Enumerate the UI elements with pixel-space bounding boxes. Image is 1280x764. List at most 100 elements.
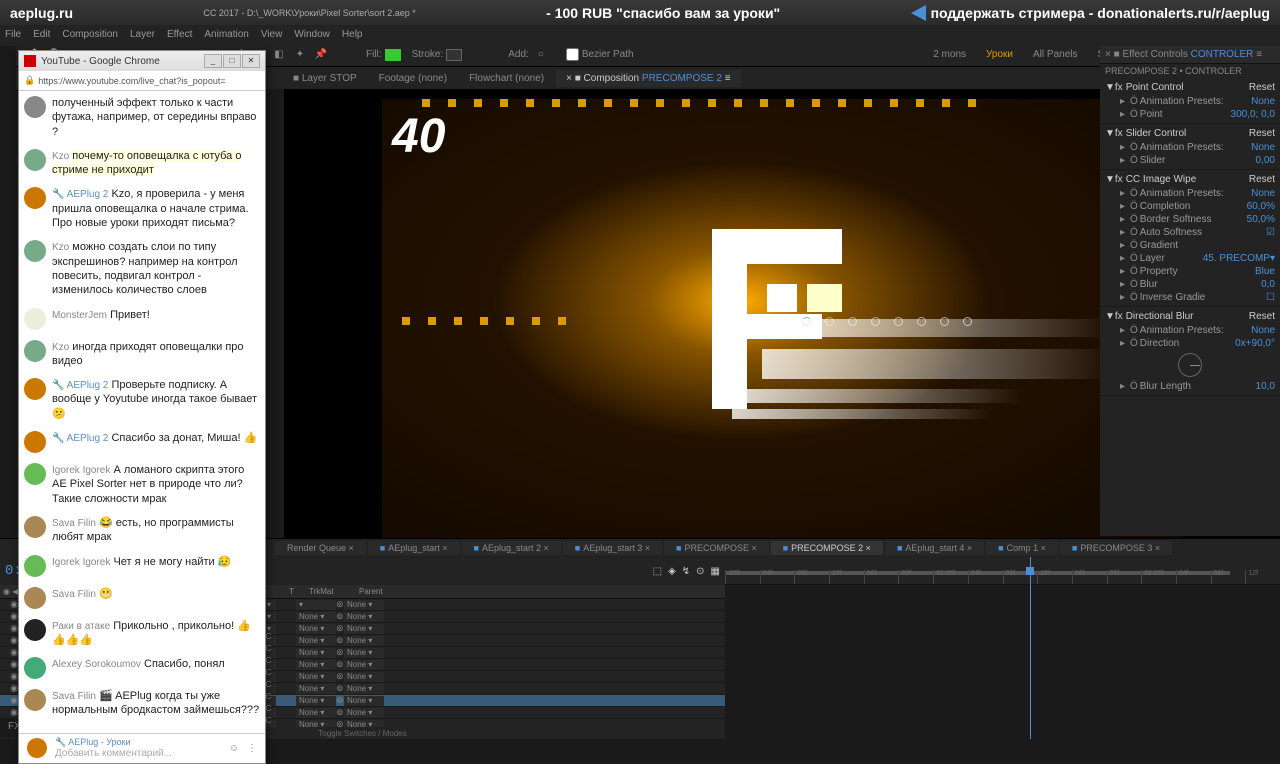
effect-title[interactable]: ▼fxCC Image WipeReset xyxy=(1100,172,1280,187)
comp-tab-layer[interactable]: ■ Layer STOP xyxy=(283,70,367,87)
parent-dropdown[interactable]: None ▾ xyxy=(344,720,384,728)
trkmat-dropdown[interactable]: None ▾ xyxy=(296,648,336,658)
timeline-tab[interactable]: ■AEplug_start 4 × xyxy=(885,541,984,555)
reset-link[interactable]: Reset xyxy=(1249,174,1275,185)
layer-duration-bar[interactable] xyxy=(725,732,1280,742)
menu-view[interactable]: View xyxy=(261,29,283,40)
trkmat-dropdown[interactable]: None ▾ xyxy=(296,708,336,718)
layer-duration-bar[interactable] xyxy=(725,612,1280,622)
timeline-tab[interactable]: ■AEplug_start 2 × xyxy=(462,541,561,555)
parent-dropdown[interactable]: None ▾ xyxy=(344,636,384,646)
comp-tab-active[interactable]: × ■ Composition PRECOMPOSE 2 ≡ xyxy=(556,70,740,87)
maximize-button[interactable]: □ xyxy=(223,54,241,68)
chat-input[interactable]: Добавить комментарий... xyxy=(55,748,221,759)
layer-duration-bar[interactable] xyxy=(725,648,1280,658)
menu-file[interactable]: File xyxy=(5,29,21,40)
effect-property[interactable]: ▸ÖAnimation Presets:None xyxy=(1100,95,1280,108)
parent-dropdown[interactable]: None ▾ xyxy=(344,708,384,718)
timeline-tab[interactable]: Render Queue × xyxy=(275,541,366,555)
effect-title[interactable]: ▼fxDirectional BlurReset xyxy=(1100,309,1280,324)
timeline-tab[interactable]: ■PRECOMPOSE 2 × xyxy=(771,541,883,555)
layer-duration-bar[interactable] xyxy=(725,660,1280,670)
effect-property[interactable]: ▸ÖLayer45. PRECOMP▾ xyxy=(1100,252,1280,265)
reset-link[interactable]: Reset xyxy=(1249,311,1275,322)
trkmat-dropdown[interactable]: None ▾ xyxy=(296,636,336,646)
tl-icon-1[interactable]: ⬚ xyxy=(653,566,662,577)
minimize-button[interactable]: _ xyxy=(204,54,222,68)
timeline-tab[interactable]: ■Comp 1 × xyxy=(986,541,1058,555)
emoji-icon[interactable]: ☺ xyxy=(229,743,239,754)
effect-property[interactable]: ▸ÖBlur Length10,0 xyxy=(1100,380,1280,393)
comp-tab-flowchart[interactable]: Flowchart (none) xyxy=(459,70,554,87)
direction-wheel[interactable] xyxy=(1178,353,1202,377)
parent-dropdown[interactable]: None ▾ xyxy=(344,660,384,670)
reset-link[interactable]: Reset xyxy=(1249,128,1275,139)
parent-dropdown[interactable]: None ▾ xyxy=(344,648,384,658)
timeline-tab[interactable]: ■AEplug_start × xyxy=(368,541,460,555)
trkmat-dropdown[interactable]: None ▾ xyxy=(296,612,336,622)
eraser-tool-icon[interactable]: ◧ xyxy=(270,46,288,64)
menu-window[interactable]: Window xyxy=(294,29,330,40)
playhead[interactable] xyxy=(1030,557,1031,739)
chat-messages[interactable]: полученный эффект только к части футажа,… xyxy=(19,91,265,733)
effect-property[interactable]: ▸ÖPropertyBlue xyxy=(1100,265,1280,278)
timeline-tab[interactable]: ■PRECOMPOSE 3 × xyxy=(1060,541,1172,555)
chat-url-bar[interactable]: 🔒 https://www.youtube.com/live_chat?is_p… xyxy=(19,71,265,91)
workspace-2mons[interactable]: 2 mons xyxy=(933,49,966,60)
tl-icon-3[interactable]: ↯ xyxy=(682,566,690,577)
comp-tab-footage[interactable]: Footage (none) xyxy=(369,70,457,87)
tl-icon-5[interactable]: ▦ xyxy=(711,566,720,577)
chat-titlebar[interactable]: YouTube - Google Chrome _ □ ✕ xyxy=(19,51,265,71)
layer-duration-bar[interactable] xyxy=(725,696,1280,706)
layer-duration-bar[interactable] xyxy=(725,636,1280,646)
effect-property[interactable]: ▸ÖAnimation Presets:None xyxy=(1100,141,1280,154)
effect-property[interactable]: ▸ÖGradient xyxy=(1100,239,1280,252)
effect-title[interactable]: ▼fxSlider ControlReset xyxy=(1100,126,1280,141)
effect-title[interactable]: ▼fxPoint ControlReset xyxy=(1100,80,1280,95)
trkmat-dropdown[interactable]: None ▾ xyxy=(296,720,336,728)
layer-duration-bar[interactable] xyxy=(725,600,1280,610)
effect-property[interactable]: ▸ÖBorder Softness50,0% xyxy=(1100,213,1280,226)
effect-property[interactable]: ▸ÖDirection0x+90,0° xyxy=(1100,337,1280,350)
close-button[interactable]: ✕ xyxy=(242,54,260,68)
parent-dropdown[interactable]: None ▾ xyxy=(344,672,384,682)
add-dropdown-icon[interactable]: ○ xyxy=(532,46,550,64)
layer-duration-bar[interactable] xyxy=(725,684,1280,694)
menu-animation[interactable]: Animation xyxy=(204,29,248,40)
trkmat-dropdown[interactable]: None ▾ xyxy=(296,684,336,694)
timeline-tab[interactable]: ■AEplug_start 3 × xyxy=(563,541,662,555)
tl-icon-4[interactable]: ⊙ xyxy=(696,566,704,577)
workspace-uroki[interactable]: Уроки xyxy=(986,49,1013,60)
bezier-checkbox[interactable] xyxy=(566,48,579,61)
menu-composition[interactable]: Composition xyxy=(62,29,118,40)
layer-duration-bar[interactable] xyxy=(725,624,1280,634)
layer-duration-bar[interactable] xyxy=(725,672,1280,682)
effect-property[interactable]: ▸ÖBlur0,0 xyxy=(1100,278,1280,291)
menu-effect[interactable]: Effect xyxy=(167,29,192,40)
trkmat-dropdown[interactable]: None ▾ xyxy=(296,624,336,634)
menu-edit[interactable]: Edit xyxy=(33,29,50,40)
effect-property[interactable]: ▸ÖCompletion60,0% xyxy=(1100,200,1280,213)
trkmat-dropdown[interactable]: None ▾ xyxy=(296,696,336,706)
parent-dropdown[interactable]: None ▾ xyxy=(344,624,384,634)
more-icon[interactable]: ⋮ xyxy=(247,743,257,754)
effect-property[interactable]: ▸ÖInverse Gradie☐ xyxy=(1100,291,1280,304)
layer-duration-bar[interactable] xyxy=(725,708,1280,718)
stroke-swatch[interactable] xyxy=(446,49,462,61)
reset-link[interactable]: Reset xyxy=(1249,82,1275,93)
trkmat-dropdown[interactable]: None ▾ xyxy=(296,660,336,670)
puppet-tool-icon[interactable]: 📌 xyxy=(312,46,330,64)
parent-dropdown[interactable]: None ▾ xyxy=(344,696,384,706)
effect-property[interactable]: ▸ÖAnimation Presets:None xyxy=(1100,324,1280,337)
tl-icon-2[interactable]: ◈ xyxy=(668,566,676,577)
parent-dropdown[interactable]: None ▾ xyxy=(344,684,384,694)
timeline-tab[interactable]: ■PRECOMPOSE × xyxy=(664,541,769,555)
effect-property[interactable]: ▸ÖAnimation Presets:None xyxy=(1100,187,1280,200)
trkmat-dropdown[interactable]: None ▾ xyxy=(296,672,336,682)
effect-property[interactable]: ▸ÖSlider0,00 xyxy=(1100,154,1280,167)
fill-swatch[interactable] xyxy=(385,49,401,61)
effect-property[interactable]: ▸ÖAuto Softness☑ xyxy=(1100,226,1280,239)
menu-layer[interactable]: Layer xyxy=(130,29,155,40)
timeline-graph[interactable]: :00f04f08f12f16f20f01:00f04f08f12f16f20f… xyxy=(725,557,1280,739)
roto-tool-icon[interactable]: ✦ xyxy=(291,46,309,64)
